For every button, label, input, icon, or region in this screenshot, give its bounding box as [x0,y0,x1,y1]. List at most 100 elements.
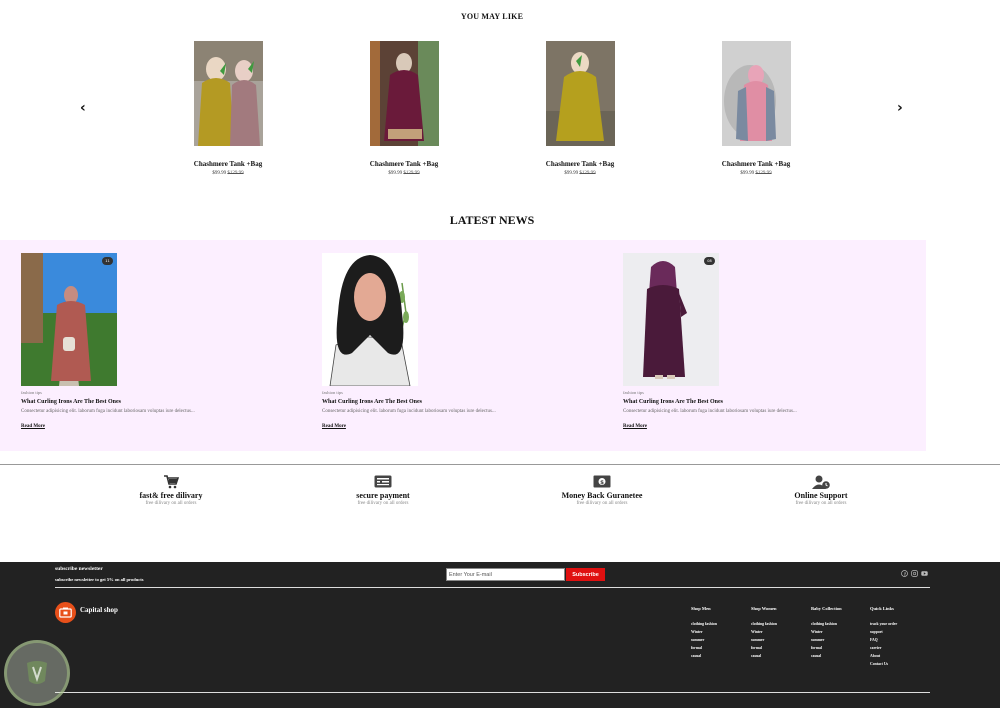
news-headline[interactable]: What Curling Irons Are The Best Ones [322,399,622,405]
footer-link[interactable]: Contact Us [870,660,897,668]
footer-column-heading: Shop Men [691,606,711,611]
product-image[interactable] [193,41,263,146]
footer-link[interactable]: clothing fashion [691,620,717,628]
footer-link[interactable]: formal [811,644,842,652]
feature-money-back: $ Money Back Guranetee free dilivary on … [537,474,667,506]
footer-column-shop-women: Shop Women clothing fashion Winter summe… [751,606,777,660]
you-may-like-title: YOU MAY LIKE [460,12,524,21]
news-image[interactable]: 08 [623,253,719,386]
feature-title: Money Back Guranetee [561,491,643,500]
product-card[interactable]: Chashmere Tank +Bag $99.99 $129.99 [696,41,816,176]
support-icon [756,474,886,489]
product-card[interactable]: Chashmere Tank +Bag $99.99 $129.99 [520,41,640,176]
product-card[interactable]: Chashmere Tank +Bag $99.99 $129.99 [344,41,464,176]
newsletter-subtitle: subscribe newsletter to get 5% on all pr… [55,577,144,582]
feature-subtitle: free dilivary on all orders [795,501,847,506]
news-headline[interactable]: What Curling Irons Are The Best Ones [623,399,923,405]
brand-logo-icon[interactable] [55,602,76,623]
news-image[interactable]: 11 [21,253,117,386]
latest-news-title: LATEST NEWS [449,213,535,227]
product-image[interactable] [545,41,615,146]
news-category: fashion tips [21,390,42,395]
news-excerpt: Consectetur adipisicing elit. laborum fu… [623,409,797,414]
news-date-badge: 11 [102,257,113,265]
news-image[interactable] [322,253,418,386]
feature-subtitle: free dilivary on all orders [576,501,628,506]
news-excerpt: Consectetur adipisicing elit. laborum fu… [322,409,496,414]
product-card[interactable]: Chashmere Tank +Bag $99.99 $129.99 [168,41,288,176]
footer-link[interactable]: carrier [870,644,897,652]
product-image[interactable] [369,41,439,146]
footer-link[interactable]: casual [691,652,717,660]
footer-link[interactable]: casual [811,652,842,660]
footer-link[interactable]: Winter [811,628,842,636]
credit-card-icon [318,474,448,489]
carousel-prev-button[interactable]: ‹ [80,100,86,116]
product-price: $99.99 $129.99 [740,171,772,176]
product-image[interactable] [721,41,791,146]
feature-title: Online Support [794,491,848,500]
product-name[interactable]: Chashmere Tank +Bag [168,160,288,168]
youtube-icon[interactable] [921,570,928,577]
instagram-icon[interactable] [911,570,918,577]
footer-link[interactable]: formal [751,644,777,652]
news-card: fashion tips What Curling Irons Are The … [322,253,622,432]
product-name[interactable]: Chashmere Tank +Bag [520,160,640,168]
news-card: 11 fashion tips What Curling Irons Are T… [21,253,321,432]
feature-title: fast& free dilivary [139,491,203,500]
footer-link[interactable]: casual [751,652,777,660]
footer-column-heading: Shop Women [751,606,777,611]
section-divider [0,464,1000,465]
news-card: 08 fashion tips What Curling Irons Are T… [623,253,923,432]
svg-text:$: $ [600,480,604,486]
product-name[interactable]: Chashmere Tank +Bag [344,160,464,168]
feature-secure-payment: secure payment free dilivary on all orde… [318,474,448,506]
feature-subtitle: free dilivary on all orders [357,501,409,506]
newsletter-title: subscribe newsletter [55,566,103,572]
newsletter-email-input[interactable] [446,568,565,581]
carousel-next-button[interactable]: › [897,100,903,116]
footer-link[interactable]: track your order [870,620,897,628]
product-price: $99.99 $129.99 [212,171,244,176]
news-category: fashion tips [623,390,644,395]
footer-link[interactable]: summer [691,636,717,644]
read-more-link[interactable]: Read More [21,424,45,429]
footer-link[interactable]: FAQ [870,636,897,644]
footer-column-heading: Baby Collection [811,606,842,611]
news-category: fashion tips [322,390,343,395]
footer-column-quick-links: Quick Links track your order support FAQ… [870,606,897,668]
feature-fast-delivery: fast& free dilivary free dilivary on all… [106,474,236,506]
subscribe-button[interactable]: Subscribe [566,568,605,581]
footer-column-shop-men: Shop Men clothing fashion Winter summer … [691,606,717,660]
watermark-logo-icon [4,640,70,706]
feature-title: secure payment [356,491,410,500]
product-price: $99.99 $129.99 [564,171,596,176]
news-section: 11 fashion tips What Curling Irons Are T… [0,240,926,451]
footer-link[interactable]: summer [811,636,842,644]
read-more-link[interactable]: Read More [623,424,647,429]
facebook-icon[interactable] [901,570,908,577]
money-icon: $ [537,474,667,489]
feature-online-support: Online Support free dilivary on all orde… [756,474,886,506]
feature-subtitle: free dilivary on all orders [145,501,197,506]
product-price: $99.99 $129.99 [388,171,420,176]
footer-link[interactable]: About [870,652,897,660]
news-headline[interactable]: What Curling Irons Are The Best Ones [21,399,321,405]
news-date-badge: 08 [704,257,715,265]
footer: subscribe newsletter subscribe newslette… [0,562,1000,708]
read-more-link[interactable]: Read More [322,424,346,429]
footer-column-baby-collection: Baby Collection clothing fashion Winter … [811,606,842,660]
footer-bottom-divider [55,692,930,693]
footer-link[interactable]: Winter [751,628,777,636]
footer-link[interactable]: clothing fashion [751,620,777,628]
cart-icon [106,474,236,489]
footer-divider [55,587,930,588]
footer-link[interactable]: support [870,628,897,636]
footer-link[interactable]: Winter [691,628,717,636]
product-name[interactable]: Chashmere Tank +Bag [696,160,816,168]
news-excerpt: Consectetur adipisicing elit. laborum fu… [21,409,195,414]
brand-name[interactable]: Capital shop [80,606,118,614]
footer-link[interactable]: clothing fashion [811,620,842,628]
footer-link[interactable]: summer [751,636,777,644]
footer-link[interactable]: formal [691,644,717,652]
